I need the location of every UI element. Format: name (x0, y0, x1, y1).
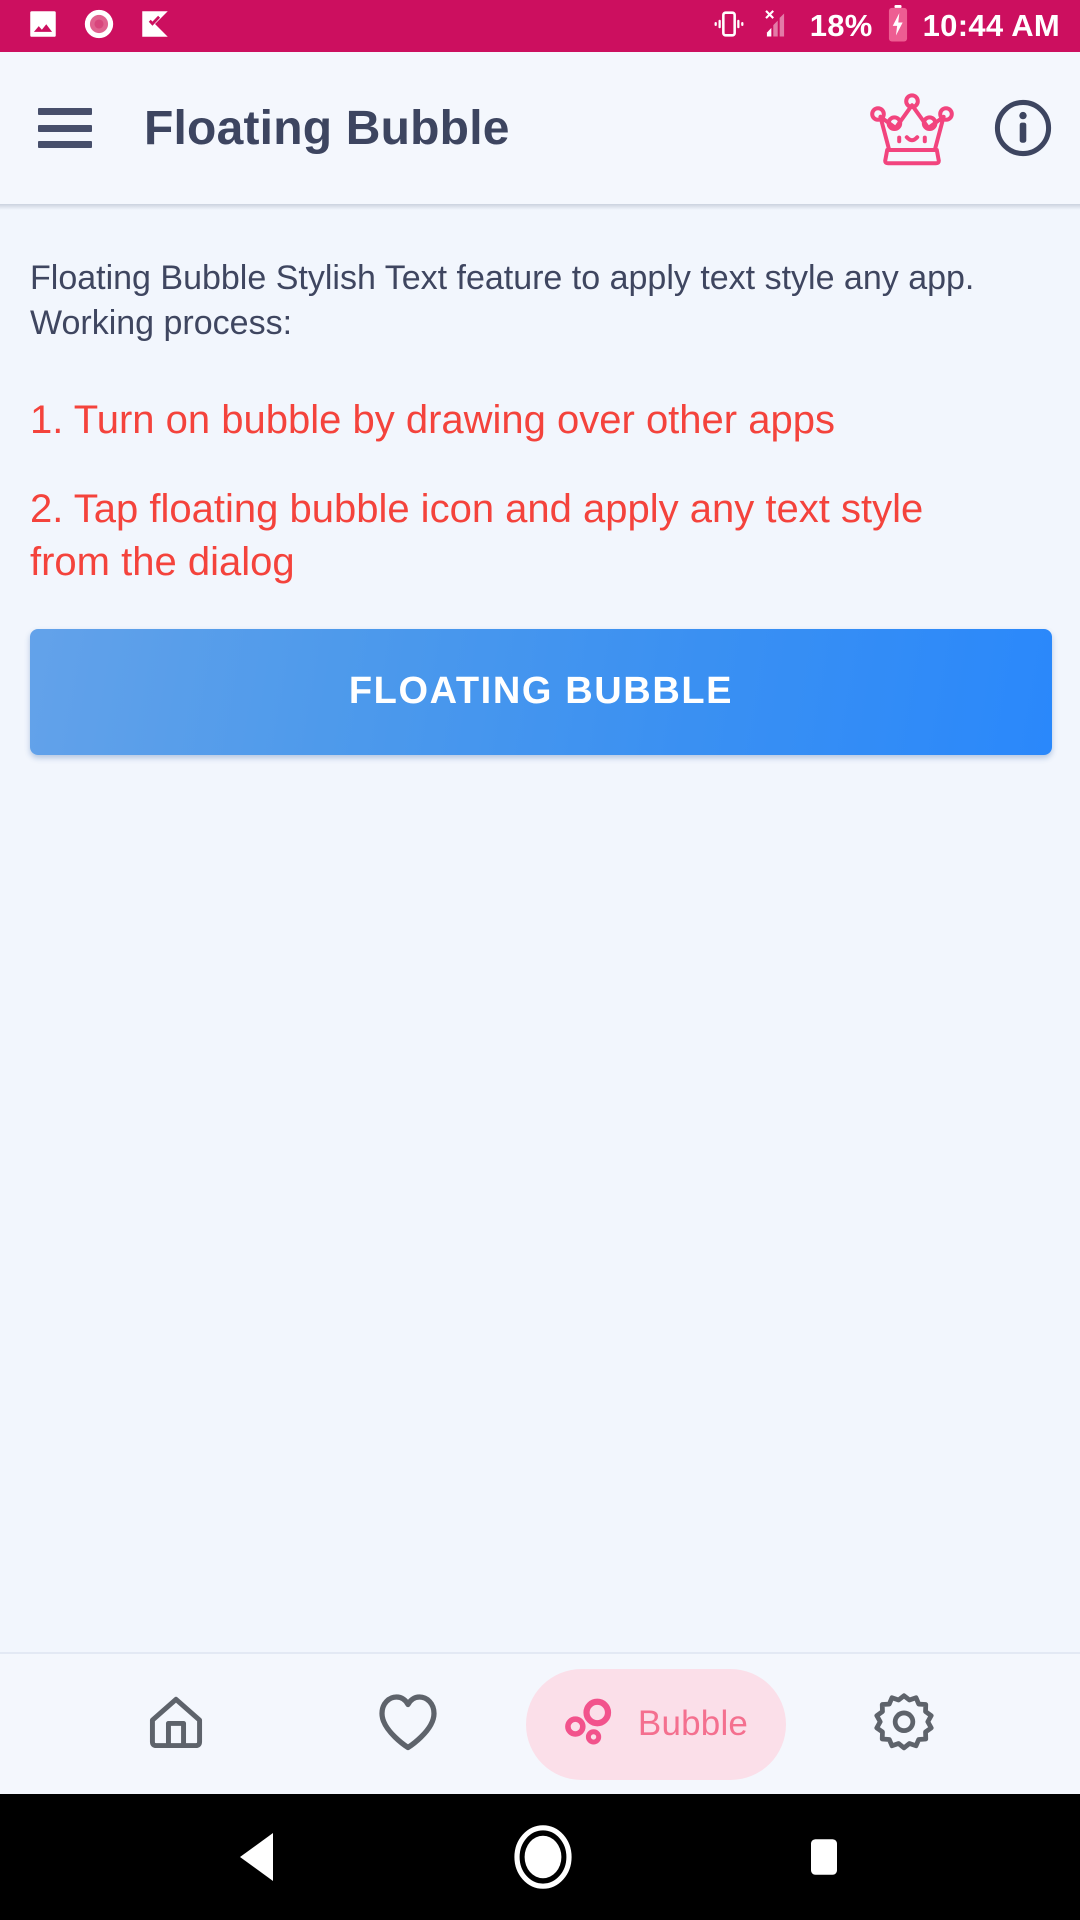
vibrate-icon (712, 7, 746, 46)
gear-icon (870, 1688, 938, 1761)
android-navigation-bar (0, 1794, 1080, 1920)
battery-charging-icon (887, 4, 909, 48)
status-bar-right-icons: 18% 10:44 AM (712, 4, 1060, 48)
page-title: Floating Bubble (144, 101, 510, 155)
sidebar-item-bubble[interactable]: Bubble (524, 1654, 788, 1794)
crown-icon[interactable] (870, 90, 954, 166)
sidebar-item-home[interactable] (60, 1654, 292, 1794)
sidebar-item-favorites[interactable] (292, 1654, 524, 1794)
step-2: 2. Tap floating bubble icon and apply an… (30, 487, 924, 585)
bubble-nav-label: Bubble (637, 1704, 749, 1743)
hamburger-menu-icon[interactable] (38, 108, 92, 148)
bubble-nav-pill[interactable]: Bubble (525, 1668, 787, 1780)
hamburger-line (38, 141, 92, 148)
image-icon (26, 7, 60, 46)
home-icon (143, 1689, 209, 1760)
status-bar-left-icons (26, 7, 172, 46)
info-icon[interactable] (992, 97, 1054, 159)
sidebar-item-settings[interactable] (788, 1654, 1020, 1794)
floating-bubble-button-label: FLOATING BUBBLE (348, 670, 734, 713)
home-circle-icon[interactable] (513, 1824, 573, 1890)
phone-screen: 18% 10:44 AM Floating Bubble Floating Bu… (0, 0, 1080, 1920)
check-flag-icon (138, 7, 172, 46)
battery-percent: 18% (809, 8, 873, 43)
app-bar: Floating Bubble (0, 52, 1080, 204)
hamburger-line (38, 124, 92, 132)
hamburger-line (38, 108, 92, 115)
bubble-icon (558, 1691, 620, 1758)
app-bar-actions (870, 90, 1054, 166)
status-bar-clock: 10:44 AM (922, 8, 1060, 43)
status-bar: 18% 10:44 AM (0, 0, 1080, 52)
main-content: Floating Bubble Stylish Text feature to … (0, 210, 1080, 1652)
signal-no-sim-icon (760, 7, 796, 46)
record-circle-icon (82, 7, 116, 46)
floating-bubble-button[interactable]: FLOATING BUBBLE (30, 628, 1052, 755)
recents-square-icon[interactable] (803, 1834, 845, 1880)
bottom-navigation-bar: Bubble (0, 1654, 1080, 1794)
step-1: 1. Turn on bubble by drawing over other … (30, 398, 835, 443)
intro-paragraph: Floating Bubble Stylish Text feature to … (30, 259, 975, 343)
heart-icon (373, 1687, 443, 1762)
back-triangle-icon[interactable] (235, 1829, 283, 1885)
